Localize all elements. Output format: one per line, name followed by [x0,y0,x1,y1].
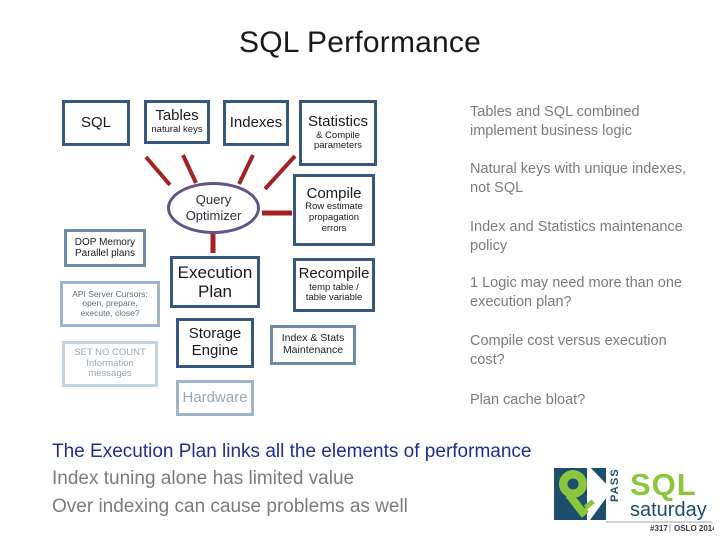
box-api-server-cursors[interactable]: API Server Cursors: open, prepare, execu… [60,281,160,327]
box-compile-sub3: errors [321,222,347,234]
box-api-cursors-line3: execute, close? [80,307,140,318]
sqlsaturday-logo: PASS SQL saturday #317 OSLO 2014 [554,464,714,533]
box-hardware[interactable]: Hardware [176,380,254,416]
logo-saturday-text: saturday [630,499,707,521]
logo-pass-text: PASS [609,468,621,502]
note-item-4: Compile cost versus execution cost? [470,333,667,368]
box-sql-title: SQL [80,113,111,131]
query-optimizer-line1: Query [195,192,232,208]
box-sql[interactable]: SQL [62,100,130,146]
logo-sql-text: SQL [630,467,697,502]
node-query-optimizer[interactable]: Query Optimizer [167,182,260,234]
box-recompile[interactable]: Recompile temp table / table variable [293,258,375,312]
connector-statistics-to-optimizer [263,154,297,191]
box-dop-memory-line2: Parallel plans [74,248,136,259]
note-item-5: Plan cache bloat? [470,392,586,408]
query-optimizer-line2: Optimizer [185,208,242,223]
box-tables[interactable]: Tables natural keys [144,100,210,144]
summary-line-0: The Execution Plan links all the element… [52,441,532,462]
logo-event-number: #317 [650,524,668,533]
box-hardware-title: Hardware [182,388,248,406]
box-statistics-title: Statistics [307,112,368,130]
box-compile-title: Compile [306,184,362,202]
note-item-1: Natural keys with unique indexes, not SQ… [470,161,687,196]
summary-line-2: Over indexing can cause problems as well [52,496,408,517]
note-item-3: 1 Logic may need more than one execution… [470,275,682,310]
box-compile[interactable]: Compile Row estimate propagation errors [293,174,375,246]
box-recompile-title: Recompile [298,264,370,282]
box-storage-engine-line1: Storage [188,325,242,343]
box-set-nocount-line3: messages [88,368,132,380]
box-tables-title: Tables [155,107,199,125]
box-indexes-title: Indexes [229,113,283,131]
box-set-nocount[interactable]: SET NO COUNT Information messages [62,341,158,387]
box-index-stats-line2: Maintenance [282,344,344,356]
summary-line-1: Index tuning alone has limited value [52,468,355,489]
box-dop-memory[interactable]: DOP Memory Parallel plans [64,229,146,267]
box-index-stats-maintenance[interactable]: Index & Stats Maintenance [270,325,356,365]
note-item-0: Tables and SQL combined implement busine… [470,104,640,139]
connector-indexes-to-optimizer [237,154,255,185]
connector-tables-to-optimizer [181,154,198,184]
box-execution-plan[interactable]: Execution Plan [170,256,260,308]
note-item-2: Index and Statistics maintenance policy [470,219,683,254]
box-statistics-sub2: parameters [313,140,363,152]
box-storage-engine-line2: Engine [191,342,239,359]
box-execution-plan-line1: Execution [177,262,253,282]
page-title: SQL Performance [239,26,481,59]
box-indexes[interactable]: Indexes [223,100,289,146]
box-dop-memory-line1: DOP Memory [74,236,136,248]
box-storage-engine[interactable]: Storage Engine [176,318,254,368]
box-recompile-sub2: table variable [305,292,363,304]
connector-sql-to-optimizer [144,155,172,187]
logo-event-city: OSLO 2014 [674,524,714,533]
slide-canvas: SQL Performance SQL Tables natural keys … [0,0,720,540]
box-tables-sub: natural keys [151,124,203,136]
box-statistics[interactable]: Statistics & Compile parameters [299,100,377,166]
box-execution-plan-line2: Plan [197,282,233,301]
